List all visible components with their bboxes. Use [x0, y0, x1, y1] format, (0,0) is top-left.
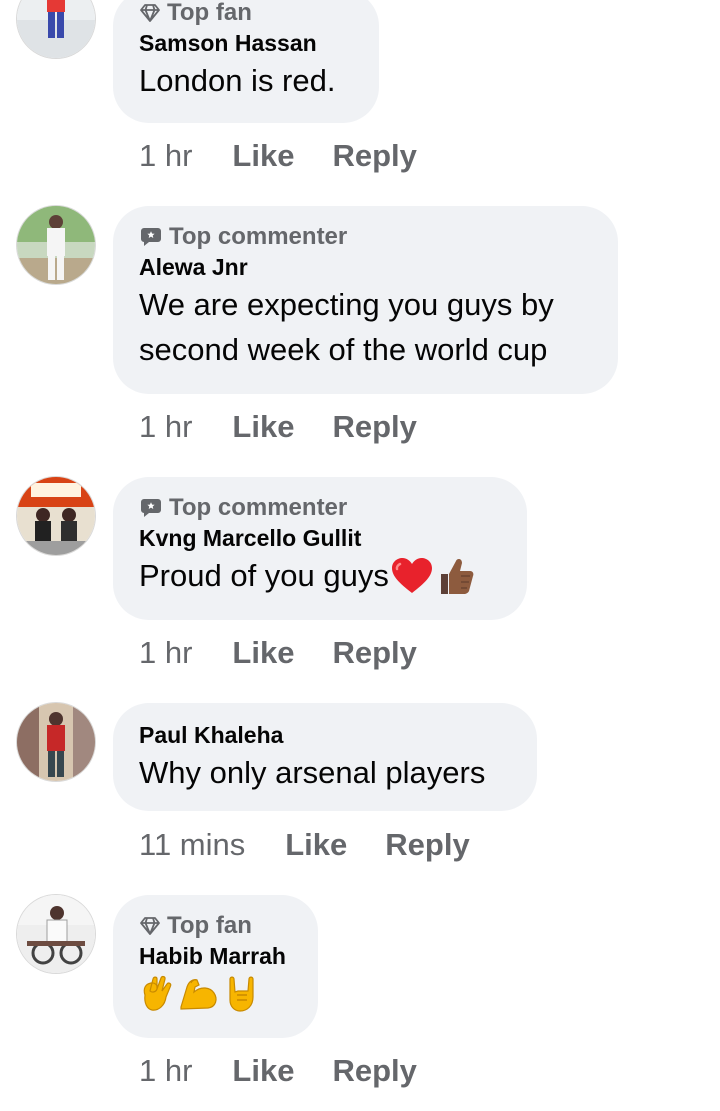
ok-hand-icon	[143, 975, 172, 1011]
speech-bubble-icon	[141, 228, 161, 246]
comment-bubble: Top fan Habib Marrah	[113, 895, 318, 1038]
comment-time[interactable]: 1 hr	[139, 138, 192, 174]
comment-text: London is red.	[139, 63, 336, 98]
comment-author[interactable]: Paul Khaleha	[139, 720, 511, 750]
reply-button[interactable]: Reply	[332, 409, 416, 445]
reply-button[interactable]: Reply	[332, 635, 416, 671]
avatar[interactable]	[17, 895, 95, 973]
comment-actions: 11 mins Like Reply	[139, 827, 470, 863]
badge-label: Top commenter	[169, 223, 348, 250]
comment-text-line: We are expecting you guys by	[139, 287, 554, 322]
reply-button[interactable]: Reply	[332, 1053, 416, 1089]
comment-actions: 1 hr Like Reply	[139, 138, 417, 174]
comment-text: We are expecting you guys by second week…	[139, 282, 592, 372]
reply-button[interactable]: Reply	[385, 827, 469, 863]
comment-bubble: Top commenter Kvng Marcello Gullit Proud…	[113, 477, 527, 620]
red-heart-icon	[391, 557, 432, 593]
comment-time[interactable]: 1 hr	[139, 1053, 192, 1089]
comment-time[interactable]: 11 mins	[139, 827, 245, 863]
comment-actions: 1 hr Like Reply	[139, 635, 417, 671]
comment-author[interactable]: Kvng Marcello Gullit	[139, 523, 501, 553]
like-button[interactable]: Like	[232, 409, 294, 445]
speech-bubble-icon	[141, 499, 161, 517]
comment-bubble: Top fan Samson Hassan London is red.	[113, 0, 379, 123]
comment-bubble: Paul Khaleha Why only arsenal players	[113, 703, 537, 811]
comment-text: Proud of you guys	[139, 553, 501, 598]
like-button[interactable]: Like	[285, 827, 347, 863]
comment-time[interactable]: 1 hr	[139, 409, 192, 445]
comment-emojis	[139, 975, 292, 1013]
avatar[interactable]	[17, 477, 95, 555]
sign-of-horns-icon	[229, 976, 254, 1012]
comment-text: Why only arsenal players	[139, 755, 486, 790]
diamond-icon	[140, 4, 160, 22]
avatar[interactable]	[17, 0, 95, 58]
top-fan-badge: Top fan	[139, 0, 353, 28]
comment-time[interactable]: 1 hr	[139, 635, 192, 671]
comment-author[interactable]: Samson Hassan	[139, 28, 353, 58]
top-commenter-badge: Top commenter	[139, 222, 592, 252]
comment-author[interactable]: Alewa Jnr	[139, 252, 592, 282]
like-button[interactable]: Like	[232, 138, 294, 174]
diamond-icon	[140, 917, 160, 935]
badge-label: Top fan	[167, 912, 252, 939]
like-button[interactable]: Like	[232, 635, 294, 671]
top-fan-badge: Top fan	[139, 911, 292, 941]
comment-actions: 1 hr Like Reply	[139, 409, 417, 445]
comment-actions: 1 hr Like Reply	[139, 1053, 417, 1089]
thumbs-up-icon	[440, 558, 474, 594]
badge-label: Top commenter	[169, 494, 348, 521]
comment-bubble: Top commenter Alewa Jnr We are expecting…	[113, 206, 618, 394]
badge-label: Top fan	[167, 0, 252, 26]
avatar[interactable]	[17, 703, 95, 781]
reply-button[interactable]: Reply	[332, 138, 416, 174]
top-commenter-badge: Top commenter	[139, 493, 501, 523]
comment-text-content: Proud of you guys	[139, 558, 389, 593]
avatar[interactable]	[17, 206, 95, 284]
flexed-biceps-icon	[180, 979, 217, 1010]
like-button[interactable]: Like	[232, 1053, 294, 1089]
comment-author[interactable]: Habib Marrah	[139, 941, 292, 971]
comment-text-line: second week of the world cup	[139, 332, 548, 367]
